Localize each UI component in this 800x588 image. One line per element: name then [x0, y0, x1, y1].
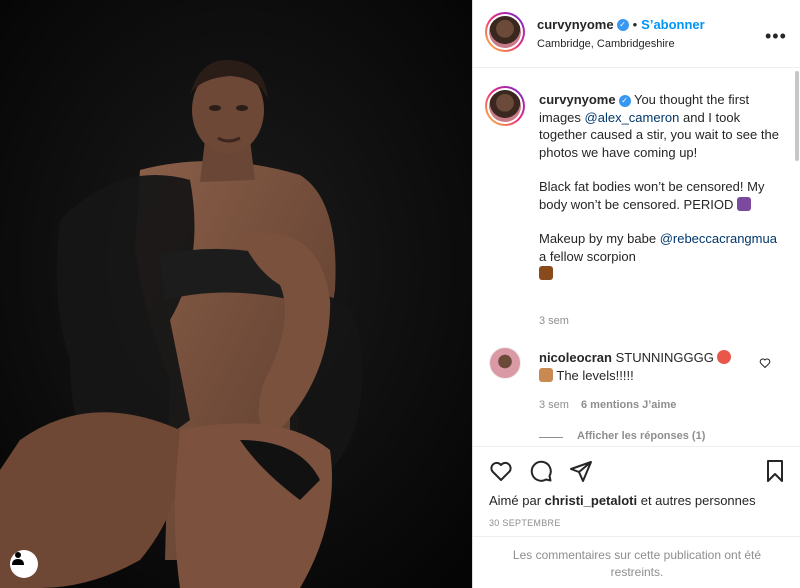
comment-text: STUNNINGGGG	[611, 350, 714, 365]
comment-text-2: The levels!!!!!	[553, 367, 634, 383]
user-icon	[12, 552, 24, 565]
comment-likes[interactable]: 6 mentions J’aime	[581, 399, 676, 411]
liked-by-username[interactable]: christi_petaloti	[545, 493, 637, 508]
caption-line3-prefix: Makeup by my babe	[539, 231, 660, 246]
verified-badge-icon: ✓	[618, 94, 631, 107]
likes-prefix: Aimé par	[489, 493, 545, 508]
commenter-avatar[interactable]	[489, 347, 521, 379]
comment-item: nicoleocran STUNNINGGGG The levels!!!!!	[539, 349, 759, 384]
caption-mention-rebecca[interactable]: @rebeccacrangmua	[660, 231, 777, 246]
post-caption: curvynyome ✓ You thought the first images…	[539, 91, 779, 300]
likes-summary[interactable]: Aimé par christi_petaloti et autres pers…	[489, 493, 756, 508]
post-sidebar: curvynyome ✓ • S’abonner Cambridge, Cambrid…	[472, 0, 800, 588]
replies-divider	[539, 437, 563, 438]
comment-icon[interactable]	[529, 459, 553, 483]
share-icon[interactable]	[569, 459, 593, 483]
comment-like-heart-icon[interactable]	[759, 357, 771, 369]
post-date[interactable]: 30 SEPTEMBRE	[489, 518, 561, 528]
caption-author-avatar[interactable]	[485, 86, 525, 126]
caption-username[interactable]: curvynyome	[539, 92, 616, 107]
verified-badge-icon: ✓	[616, 18, 629, 31]
post-actions: Aimé par christi_petaloti et autres pers…	[473, 446, 800, 588]
commenter-username[interactable]: nicoleocran	[539, 350, 612, 365]
author-avatar[interactable]	[485, 12, 525, 52]
user-tag-button[interactable]	[10, 550, 38, 578]
header-title-row: curvynyome ✓ • S’abonner	[537, 16, 705, 34]
follow-button[interactable]: S’abonner	[641, 17, 705, 32]
emoji-icon	[737, 196, 752, 211]
post-header: curvynyome ✓ • S’abonner Cambridge, Cambrid…	[473, 0, 800, 68]
photo-illustration	[0, 0, 472, 588]
likes-suffix: et autres personnes	[637, 493, 756, 508]
more-options-icon[interactable]: •••	[765, 26, 787, 47]
comment-time[interactable]: 3 sem	[539, 399, 569, 411]
caption-line2: Black fat bodies won’t be censored! My b…	[539, 179, 765, 212]
raised-hands-emoji-icon	[539, 367, 553, 382]
bookmark-icon[interactable]	[763, 459, 787, 483]
scorpion-emoji-icon	[539, 266, 553, 280]
caption-mention-alex[interactable]: @alex_cameron	[585, 110, 680, 125]
comments-section[interactable]: curvynyome ✓ You thought the first images…	[473, 69, 800, 445]
post-location[interactable]: Cambridge, Cambridgeshire	[537, 38, 675, 50]
comments-restricted-notice: Les commentaires sur cette publication o…	[473, 536, 800, 588]
view-replies-button[interactable]: Afficher les réponses (1)	[577, 430, 705, 442]
caption-line3-suffix: a fellow scorpion	[539, 248, 636, 264]
post-photo[interactable]	[0, 0, 472, 588]
separator-dot: •	[632, 17, 638, 32]
comments-scrollbar[interactable]	[795, 71, 799, 161]
caption-time[interactable]: 3 sem	[539, 315, 569, 327]
heart-eyes-emoji-icon	[717, 350, 732, 364]
author-username[interactable]: curvynyome	[537, 17, 614, 32]
heart-icon[interactable]	[489, 459, 513, 483]
